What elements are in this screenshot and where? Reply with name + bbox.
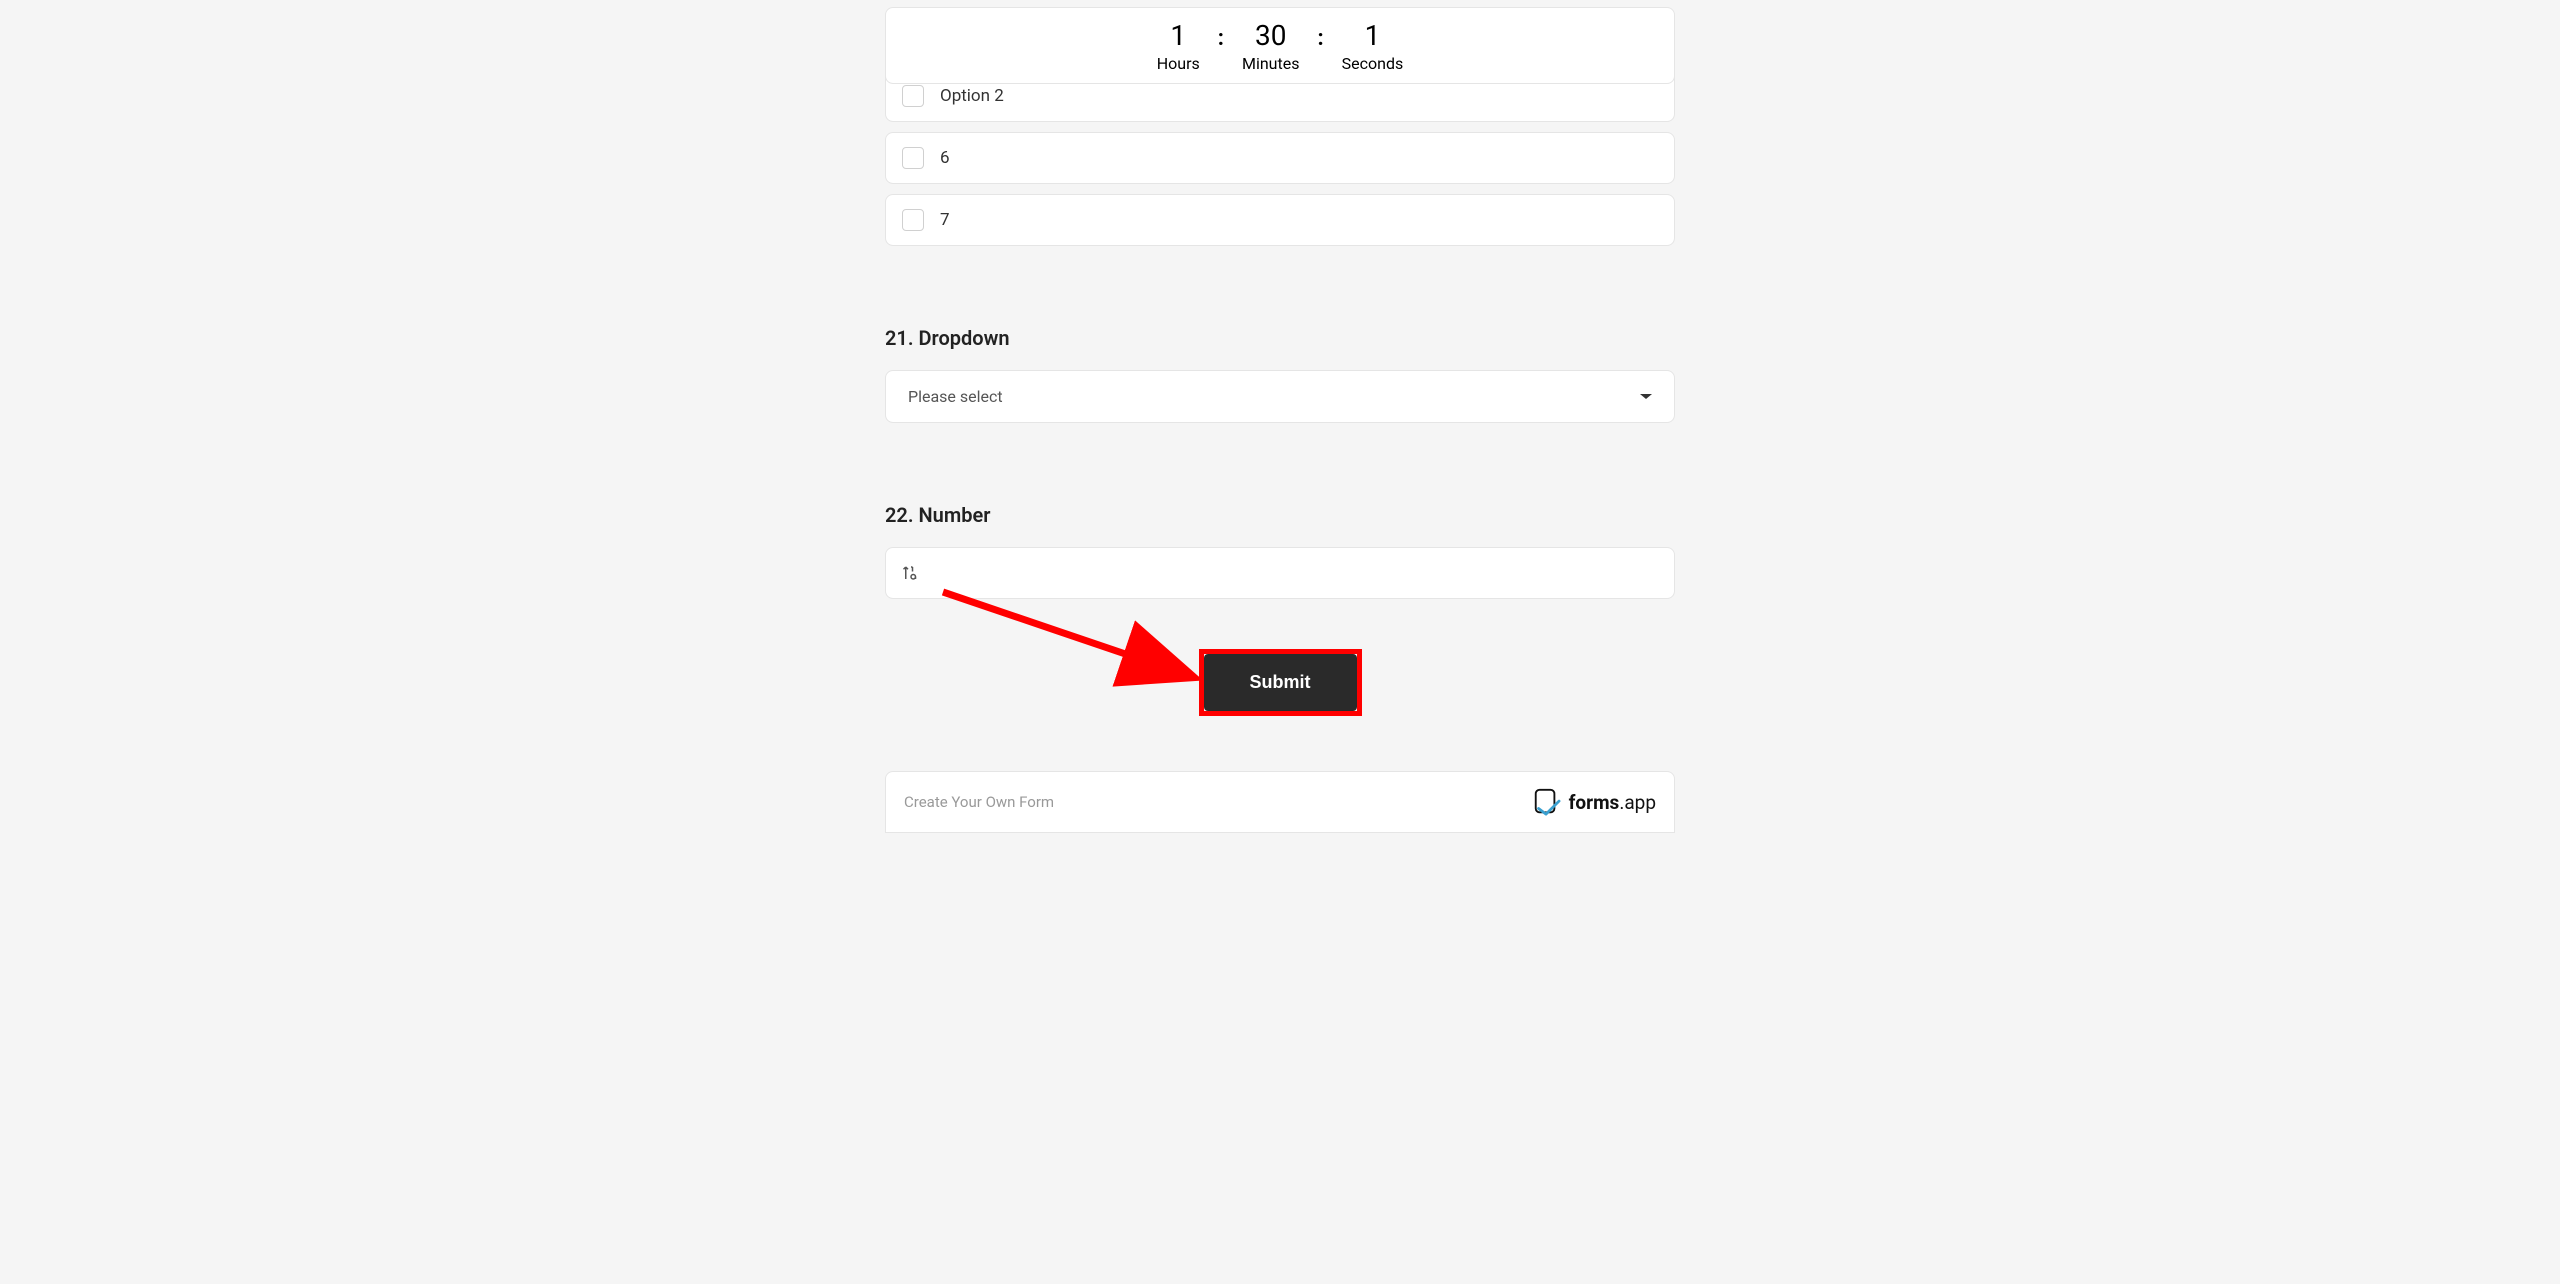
number-input[interactable] [885,547,1675,599]
timer-seconds: 1 Seconds [1342,22,1404,73]
question-title-21: 21. Dropdown [885,326,1675,350]
timer-hours-value: 1 [1170,22,1186,50]
dropdown-placeholder: Please select [908,387,1003,406]
chevron-down-icon [1640,394,1652,399]
checkbox[interactable] [902,85,924,107]
arrow-annotation-icon [935,584,1215,694]
timer-minutes-label: Minutes [1242,54,1300,73]
timer-bar: 1 Hours : 30 Minutes : 1 Seconds [885,7,1675,84]
forms-app-logo-icon [1531,788,1561,816]
footer-bar: Create Your Own Form forms.app [885,771,1675,833]
option-label: Option 2 [940,86,1004,106]
footer-logo[interactable]: forms.app [1531,788,1656,816]
option-row[interactable]: 6 [885,132,1675,184]
timer-seconds-label: Seconds [1342,54,1404,73]
sort-numeric-icon [902,564,920,582]
checkbox[interactable] [902,209,924,231]
timer-colon: : [1218,26,1224,51]
submit-button[interactable]: Submit [1204,654,1357,711]
footer-brand-suffix: .app [1619,791,1656,814]
footer-brand: forms.app [1569,791,1656,814]
timer-colon: : [1317,26,1323,51]
submit-highlight: Submit [1199,649,1362,716]
timer-minutes-value: 30 [1255,22,1286,50]
form-container: 1 Hours : 30 Minutes : 1 Seconds Option … [885,0,1675,833]
timer-minutes: 30 Minutes [1242,22,1300,73]
option-label: 7 [940,210,950,230]
option-row[interactable]: 7 [885,194,1675,246]
question-title-22: 22. Number [885,503,1675,527]
submit-wrapper: Submit [885,649,1675,716]
option-label: 6 [940,148,950,168]
footer-brand-main: forms [1569,791,1620,814]
dropdown-select[interactable]: Please select [885,370,1675,423]
footer-cta[interactable]: Create Your Own Form [904,793,1054,811]
timer-seconds-value: 1 [1365,22,1381,50]
checkbox[interactable] [902,147,924,169]
timer-hours-label: Hours [1157,54,1200,73]
timer-hours: 1 Hours [1157,22,1200,73]
